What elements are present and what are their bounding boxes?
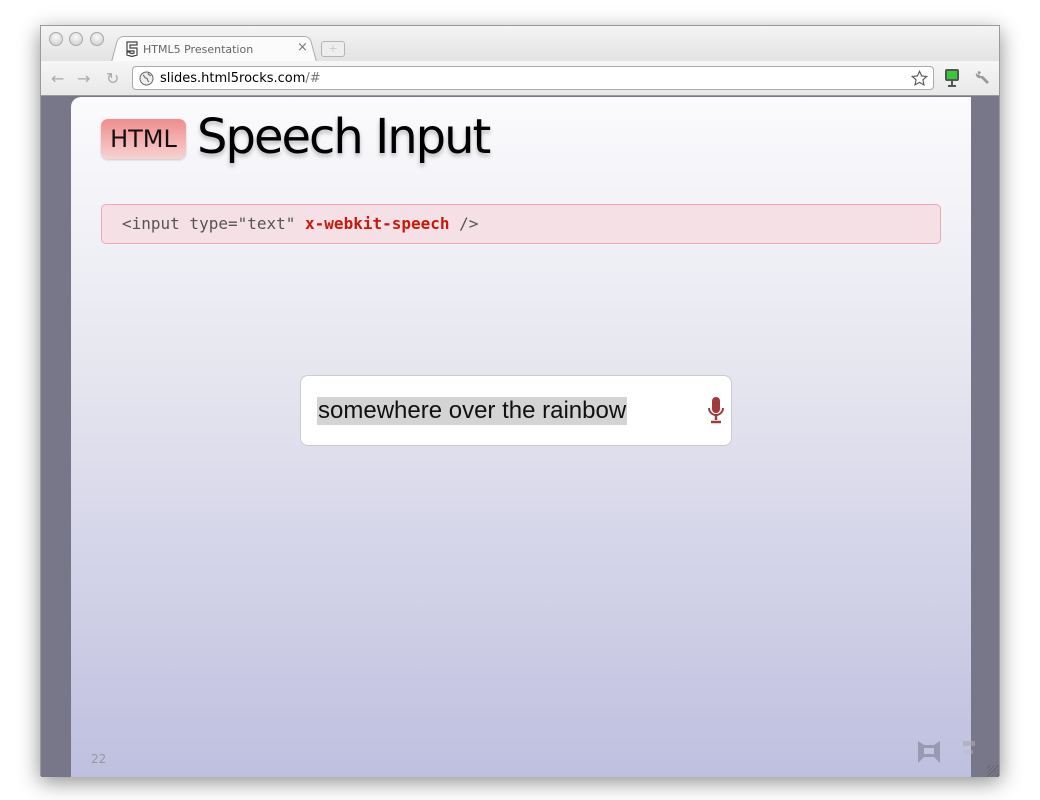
wrench-icon[interactable] bbox=[975, 69, 991, 85]
speech-input[interactable]: somewhere over the rainbow bbox=[300, 375, 732, 446]
code-prefix: <input type="text" bbox=[122, 214, 306, 233]
extension-icon[interactable] bbox=[943, 68, 961, 88]
close-window-button[interactable] bbox=[49, 32, 63, 46]
url-host: slides.html5rocks.com bbox=[160, 70, 306, 86]
slide: HTML Speech Input <input type="text" x-w… bbox=[71, 97, 975, 777]
slide-title: Speech Input bbox=[197, 109, 491, 165]
tab-title: HTML5 Presentation bbox=[143, 42, 254, 56]
code-keyword: x-webkit-speech bbox=[305, 214, 450, 233]
resize-grip[interactable] bbox=[987, 765, 999, 777]
code-sample: <input type="text" x-webkit-speech /> bbox=[101, 204, 941, 244]
address-bar[interactable]: slides.html5rocks.com/# bbox=[132, 66, 934, 90]
page-number: 22 bbox=[91, 752, 107, 766]
bookmark-star-icon[interactable] bbox=[911, 70, 928, 87]
html5rocks-logo-icon bbox=[918, 741, 975, 763]
page-viewport: HTML Speech Input <input type="text" x-w… bbox=[41, 97, 999, 777]
html5-favicon-icon bbox=[126, 41, 138, 57]
tab-close-icon[interactable]: × bbox=[297, 40, 308, 55]
new-tab-button[interactable]: + bbox=[321, 41, 345, 57]
globe-icon bbox=[139, 71, 154, 85]
microphone-icon[interactable] bbox=[707, 396, 725, 424]
reload-button[interactable]: ↻ bbox=[106, 69, 119, 88]
back-button[interactable]: ← bbox=[51, 69, 64, 88]
html-badge: HTML bbox=[101, 119, 186, 159]
minimize-window-button[interactable] bbox=[69, 32, 83, 46]
url-path: /# bbox=[305, 70, 321, 86]
tab-content: HTML5 Presentation bbox=[125, 40, 315, 58]
forward-button[interactable]: → bbox=[77, 69, 90, 88]
tab-bar: HTML5 Presentation × + bbox=[41, 26, 999, 62]
browser-window: HTML5 Presentation × + ← → ↻ slides.html… bbox=[40, 25, 1000, 777]
code-suffix: /> bbox=[449, 214, 479, 233]
speech-input-value[interactable]: somewhere over the rainbow bbox=[317, 396, 628, 425]
toolbar: ← → ↻ slides.html5rocks.com/# bbox=[41, 61, 999, 96]
zoom-window-button[interactable] bbox=[90, 32, 104, 46]
